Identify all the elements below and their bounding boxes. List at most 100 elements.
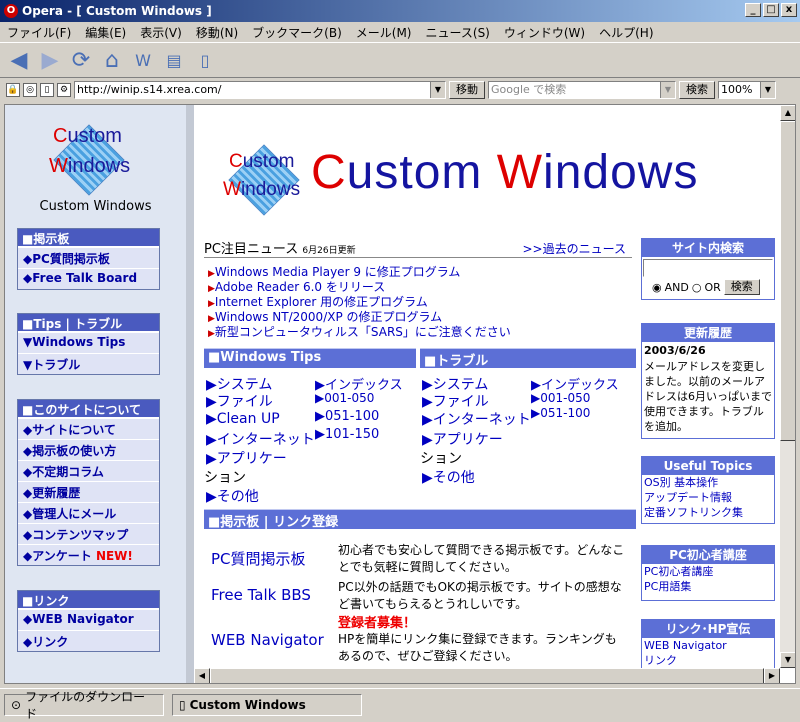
sidebar-item-trouble[interactable]: ▼トラブル <box>18 353 159 374</box>
forward-icon[interactable]: ▶ <box>37 47 63 73</box>
site-logo[interactable]: Custom Windows <box>212 137 316 223</box>
trouble-other-link[interactable]: ▶その他 <box>422 467 475 487</box>
sidebar-item-history[interactable]: ◆更新履歴 <box>18 481 159 502</box>
topic-update-info[interactable]: アップデート情報 <box>642 490 774 505</box>
glossary-link[interactable]: PC用語集 <box>642 579 774 594</box>
go-button[interactable]: 移動 <box>449 81 485 99</box>
tips-file-link[interactable]: ▶ファイル <box>206 391 273 411</box>
trouble-application-link-cont[interactable]: ション <box>420 448 462 468</box>
trouble-file-link[interactable]: ▶ファイル <box>422 391 489 411</box>
tips-application-link[interactable]: ▶アプリケー <box>206 448 287 468</box>
menu-navigation[interactable]: 移動(N) <box>189 24 245 41</box>
tips-051-100-link[interactable]: ▶051-100 <box>315 409 379 424</box>
address-toolbar: 🔒 ◎ ▯ ⚙ http://winip.s14.xrea.com/▼ 移動 G… <box>0 79 800 101</box>
vertical-scrollbar[interactable]: ▲ ▼ <box>780 105 795 668</box>
sidebox-head: ■リンク <box>18 591 159 609</box>
address-dropdown-icon[interactable]: ▼ <box>430 82 445 98</box>
page-tab[interactable]: ▯ Custom Windows <box>172 693 362 716</box>
home-icon[interactable]: ⌂ <box>99 47 125 73</box>
sidebar-item-links[interactable]: ◆リンク <box>18 630 159 651</box>
horizontal-scroll-thumb[interactable] <box>210 668 764 683</box>
wand-icon[interactable]: W <box>130 47 156 73</box>
menu-news[interactable]: ニュース(S) <box>418 24 496 41</box>
menu-view[interactable]: 表示(V) <box>133 24 189 41</box>
topic-software-links[interactable]: 定番ソフトリンク集 <box>642 505 774 520</box>
menu-mail[interactable]: メール(M) <box>349 24 419 41</box>
site-logo-small[interactable]: Custom Windows <box>40 123 140 203</box>
sidebar-item-pc-question[interactable]: ◆PC質問掲示板 <box>18 247 159 268</box>
address-input[interactable]: http://winip.s14.xrea.com/▼ <box>74 81 446 99</box>
tips-other-link[interactable]: ▶その他 <box>206 486 259 506</box>
scroll-up-icon[interactable]: ▲ <box>780 105 795 121</box>
scroll-left-icon[interactable]: ◀ <box>194 668 210 683</box>
web-navigator-desc: HPを簡単にリンク集に登録できます。ランキングもあるので、ぜひご登録ください。 <box>338 632 617 663</box>
search-dropdown-icon[interactable]: ▼ <box>660 82 675 98</box>
horizontal-scrollbar[interactable]: ◀ ▶ <box>194 668 780 683</box>
sidebar-item-survey[interactable]: ◆アンケート NEW! <box>18 544 159 565</box>
news-item[interactable]: 新型コンピュータウィルス「SARS」にご注意ください <box>208 323 511 340</box>
close-button[interactable]: x <box>781 3 797 17</box>
reload-icon[interactable]: ⟳ <box>68 47 94 73</box>
menu-file[interactable]: ファイル(F) <box>0 24 78 41</box>
menu-help[interactable]: ヘルプ(H) <box>592 24 660 41</box>
menu-window[interactable]: ウィンドウ(W) <box>497 24 592 41</box>
beginner-course-link[interactable]: PC初心者講座 <box>642 564 774 579</box>
trouble-001-050-link[interactable]: ▶001-050 <box>531 391 590 405</box>
trouble-application-link[interactable]: ▶アプリケー <box>422 429 503 449</box>
vertical-scroll-thumb[interactable] <box>780 121 795 441</box>
print-icon[interactable]: ▤ <box>161 47 187 73</box>
zoom-select[interactable]: 100% ▼ <box>718 81 776 99</box>
bbs-pc-question-link[interactable]: PC質問掲示板 <box>211 548 306 569</box>
trouble-header: ■トラブル <box>420 348 636 369</box>
sidebar-item-bbs-usage[interactable]: ◆掲示板の使い方 <box>18 439 159 460</box>
search-button[interactable]: 検索 <box>679 81 715 99</box>
sidebar-item-free-talk[interactable]: ◆Free Talk Board <box>18 268 159 289</box>
tips-application-link-cont[interactable]: ション <box>204 467 246 487</box>
past-news-link[interactable]: >>過去のニュース <box>522 240 626 257</box>
menu-edit[interactable]: 編集(E) <box>78 24 133 41</box>
page-icon[interactable]: ▯ <box>192 47 218 73</box>
bbs-pc-question-desc: 初心者でも安心して質問できる掲示板です。どんなことでも気軽に質問してください。 <box>338 543 625 574</box>
sidebar-item-about[interactable]: ◆サイトについて <box>18 418 159 439</box>
links-web-navigator[interactable]: WEB Navigator <box>642 638 774 653</box>
back-icon[interactable]: ◀ <box>6 47 32 73</box>
trouble-internet-link[interactable]: ▶インターネット <box>422 409 531 429</box>
web-navigator-notice: 登録者募集！ <box>338 616 417 631</box>
window-title: Opera - [ Custom Windows ] <box>22 4 212 18</box>
scroll-down-icon[interactable]: ▼ <box>780 652 795 668</box>
minimize-button[interactable]: _ <box>745 3 761 17</box>
site-search-button[interactable]: 検索 <box>723 279 760 295</box>
tips-101-150-link[interactable]: ▶101-150 <box>315 427 379 442</box>
links-link[interactable]: リンク <box>642 653 774 668</box>
camera-icon[interactable]: ◎ <box>23 83 37 97</box>
gear-icon[interactable]: ⚙ <box>57 83 71 97</box>
sidebar-item-content-map[interactable]: ◆コンテンツマップ <box>18 523 159 544</box>
scroll-right-icon[interactable]: ▶ <box>764 668 780 683</box>
sidebar-item-web-navigator[interactable]: ◆WEB Navigator <box>18 609 159 630</box>
bbs-free-talk-link[interactable]: Free Talk BBS <box>211 586 311 604</box>
opera-icon: O <box>4 4 18 18</box>
or-radio[interactable]: ○ <box>692 281 702 294</box>
and-radio[interactable]: ◉ <box>652 281 662 294</box>
sidebar-item-windows-tips[interactable]: ▼Windows Tips <box>18 332 159 353</box>
restore-button[interactable]: □ <box>763 3 779 17</box>
tips-001-050-link[interactable]: ▶001-050 <box>315 391 374 405</box>
sidebox-bbs: ■掲示板 ◆PC質問掲示板 ◆Free Talk Board <box>17 228 160 290</box>
topic-os-basic[interactable]: OS別 基本操作 <box>642 475 774 490</box>
trouble-051-100-link[interactable]: ▶051-100 <box>531 406 590 420</box>
menu-bookmarks[interactable]: ブックマーク(B) <box>245 24 349 41</box>
sidebar-item-column[interactable]: ◆不定期コラム <box>18 460 159 481</box>
site-search-input[interactable] <box>643 259 773 277</box>
main-content: Custom Windows Custom Windows PC注目ニュース 6… <box>194 105 780 671</box>
zoom-dropdown-icon[interactable]: ▼ <box>760 82 775 98</box>
sidebar-item-mail[interactable]: ◆管理人にメール <box>18 502 159 523</box>
history-date: 2003/6/26 <box>644 344 706 357</box>
download-tab[interactable]: ⊙ ファイルのダウンロード <box>4 690 164 721</box>
tips-cleanup-link[interactable]: ▶Clean UP <box>206 411 280 427</box>
search-input[interactable]: Google で検索 ▼ <box>488 81 676 99</box>
lock-icon[interactable]: 🔒 <box>6 83 20 97</box>
web-navigator-link[interactable]: WEB Navigator <box>211 631 324 649</box>
page-title: Custom Windows <box>311 146 699 199</box>
tips-internet-link[interactable]: ▶インターネット <box>206 429 315 449</box>
document-icon[interactable]: ▯ <box>40 83 54 97</box>
